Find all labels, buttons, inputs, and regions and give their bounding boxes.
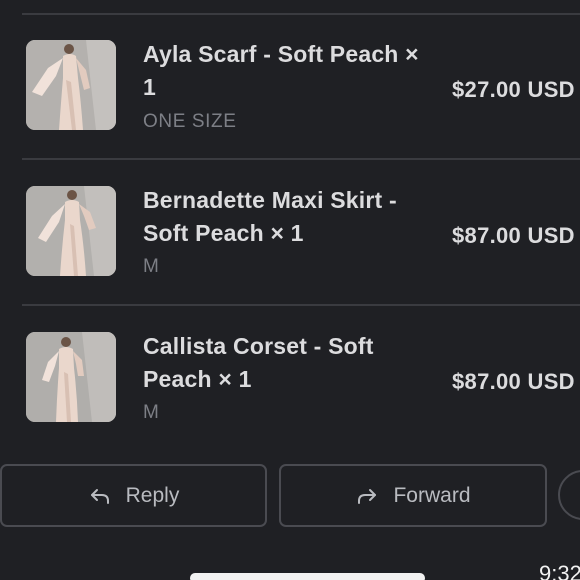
product-thumbnail[interactable]: [26, 40, 116, 130]
forward-label: Forward: [393, 483, 471, 507]
forward-button[interactable]: Forward: [279, 464, 547, 527]
item-title: Ayla Scarf - Soft Peach × 1: [143, 41, 419, 100]
email-order-view: Ayla Scarf - Soft Peach × 1 ONE SIZE $27…: [0, 0, 580, 580]
item-title: Bernadette Maxi Skirt - Soft Peach × 1: [143, 187, 397, 246]
item-variant: M: [143, 256, 160, 277]
product-thumbnail[interactable]: [26, 186, 116, 276]
reply-arrow-icon: [90, 488, 109, 504]
item-price: $87.00 USD: [452, 369, 575, 394]
order-item: Ayla Scarf - Soft Peach × 1 ONE SIZE $27…: [0, 14, 580, 160]
forward-arrow-icon: [358, 488, 377, 504]
item-variant: ONE SIZE: [143, 111, 237, 132]
reply-button[interactable]: Reply: [0, 464, 267, 527]
item-price: $87.00 USD: [452, 223, 575, 248]
model-figure-icon: [26, 186, 116, 276]
model-figure-icon: [26, 332, 116, 422]
order-item: Bernadette Maxi Skirt - Soft Peach × 1 M…: [0, 160, 580, 306]
item-variant: M: [143, 402, 160, 423]
status-bar-time: 9:32: [539, 561, 580, 580]
item-title: Callista Corset - Soft Peach × 1: [143, 333, 374, 392]
home-indicator[interactable]: [190, 573, 425, 580]
order-item: Callista Corset - Soft Peach × 1 M $87.0…: [0, 306, 580, 452]
reply-label: Reply: [125, 483, 180, 507]
model-figure-icon: [26, 40, 116, 130]
item-price: $27.00 USD: [452, 77, 575, 102]
product-thumbnail[interactable]: [26, 332, 116, 422]
more-options-icon[interactable]: [558, 470, 580, 520]
